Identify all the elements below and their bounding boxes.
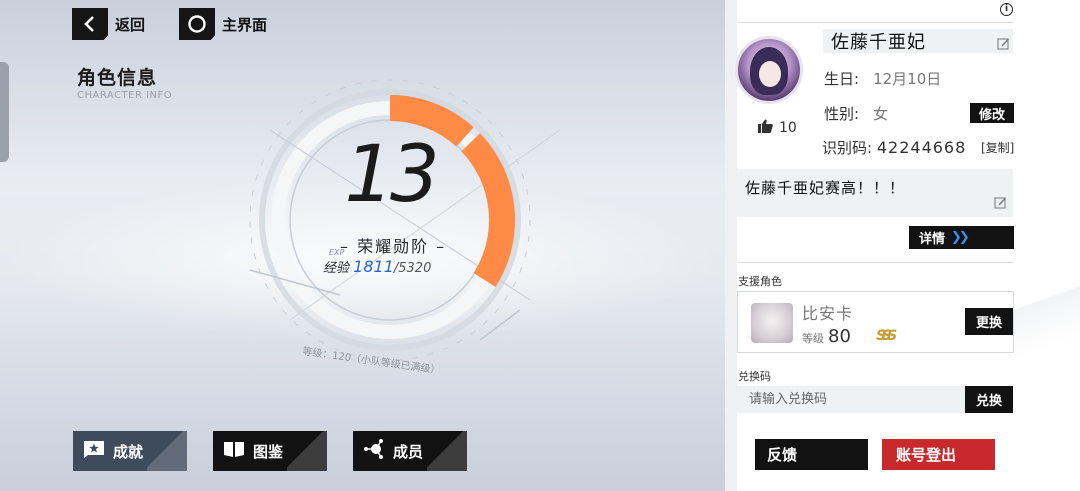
edit-name-icon[interactable] xyxy=(997,34,1010,55)
modify-button[interactable]: 修改 xyxy=(970,103,1014,123)
divider xyxy=(737,262,1014,263)
birthday-label: 生日: xyxy=(824,70,860,88)
likes-count: 10 xyxy=(779,120,797,136)
back-button[interactable]: 返回 xyxy=(72,8,145,40)
tab-codex[interactable]: 图鉴 xyxy=(213,431,327,471)
avatar-face xyxy=(759,61,781,87)
info-icon[interactable]: i xyxy=(1000,3,1013,16)
home-circle-icon xyxy=(179,8,215,40)
support-level-label: 等级 xyxy=(802,332,824,345)
double-chevron-right-icon: ❯❯ xyxy=(951,230,970,245)
redeem-button[interactable]: 兑换 xyxy=(965,386,1013,413)
logout-button[interactable]: 账号登出 xyxy=(882,439,995,470)
tab-decoration xyxy=(427,431,467,471)
tab-members-label: 成员 xyxy=(393,442,424,461)
support-level-value: 80 xyxy=(828,326,851,347)
exp-tag: EXP xyxy=(329,248,345,257)
side-drawer-handle[interactable] xyxy=(0,62,9,162)
divider xyxy=(737,22,1014,23)
signature-text: 佐藤千亜妃赛高！！！ xyxy=(745,179,906,197)
tab-achievements[interactable]: 成就 xyxy=(73,431,187,471)
edit-signature-icon[interactable] xyxy=(994,195,1007,213)
exp-max: /5320 xyxy=(393,261,432,276)
feedback-button[interactable]: 反馈 xyxy=(755,439,868,470)
id-value: 42244668 xyxy=(876,138,967,157)
page-subtitle: CHARACTER INFO xyxy=(77,90,173,101)
exp-current: 1811 xyxy=(353,257,394,276)
copy-id-button[interactable]: [复制] xyxy=(981,139,1014,156)
support-character-card: 比安卡 等级 80 SSS 更换 xyxy=(737,291,1014,353)
exp-progress-arc-segment xyxy=(461,133,516,287)
id-row: 识别码: 42244668 xyxy=(822,137,966,158)
profile-panel: i 10 佐藤千亜妃 生日: 12月10日 性别: 女 修改 识别码: 422446… xyxy=(725,0,1080,491)
character-scene: 返回 主界面 角色信息 CHARACTER INFO 13 – 荣耀勋阶 – E… xyxy=(0,0,725,491)
back-label: 返回 xyxy=(115,15,146,34)
members-icon xyxy=(363,439,385,463)
gender-row: 性别: 女 xyxy=(824,103,888,124)
rank-title: – 荣耀勋阶 – xyxy=(340,237,447,256)
avatar[interactable] xyxy=(735,36,803,104)
redeem-code-input[interactable] xyxy=(737,386,965,413)
exp-readout: 经验 1811/5320 xyxy=(323,257,431,276)
support-rank-badge: SSS xyxy=(876,328,897,344)
birthday-row: 生日: 12月10日 xyxy=(824,68,941,89)
player-name[interactable]: 佐藤千亜妃 xyxy=(823,29,1013,53)
gender-label: 性别: xyxy=(824,105,860,123)
star-flag-icon xyxy=(83,440,105,462)
support-character-portrait xyxy=(751,303,793,343)
home-button[interactable]: 主界面 xyxy=(179,8,267,40)
support-level: 等级 80 xyxy=(802,326,851,347)
book-icon xyxy=(223,440,245,462)
player-name-text: 佐藤千亜妃 xyxy=(831,32,926,53)
exp-label: 经验 xyxy=(323,261,350,276)
tab-decoration xyxy=(287,431,327,471)
level-ring xyxy=(249,79,560,361)
tab-decoration xyxy=(147,431,187,471)
birthday-value: 12月10日 xyxy=(873,70,942,88)
gender-value: 女 xyxy=(873,105,889,123)
change-support-button[interactable]: 更换 xyxy=(965,308,1013,335)
tab-achievements-label: 成就 xyxy=(113,442,144,461)
details-label: 详情 xyxy=(919,232,946,247)
chevron-left-icon xyxy=(72,8,108,40)
redeem-section-label: 兑换码 xyxy=(738,370,771,383)
home-label: 主界面 xyxy=(222,15,268,34)
support-character-name: 比安卡 xyxy=(802,304,854,323)
support-section-label: 支援角色 xyxy=(738,275,782,288)
id-label: 识别码: xyxy=(822,139,873,157)
details-button[interactable]: 详情 ❯❯ xyxy=(909,226,1014,249)
tab-members[interactable]: 成员 xyxy=(353,431,467,471)
page-title: 角色信息 xyxy=(77,67,158,89)
thumbs-up-icon xyxy=(758,119,773,137)
likes-counter[interactable]: 10 xyxy=(758,119,797,137)
signature-box[interactable]: 佐藤千亜妃赛高！！！ xyxy=(737,169,1013,217)
tab-codex-label: 图鉴 xyxy=(253,442,284,461)
level-number: 13 xyxy=(344,130,439,220)
panel-decoration xyxy=(1012,0,1080,491)
